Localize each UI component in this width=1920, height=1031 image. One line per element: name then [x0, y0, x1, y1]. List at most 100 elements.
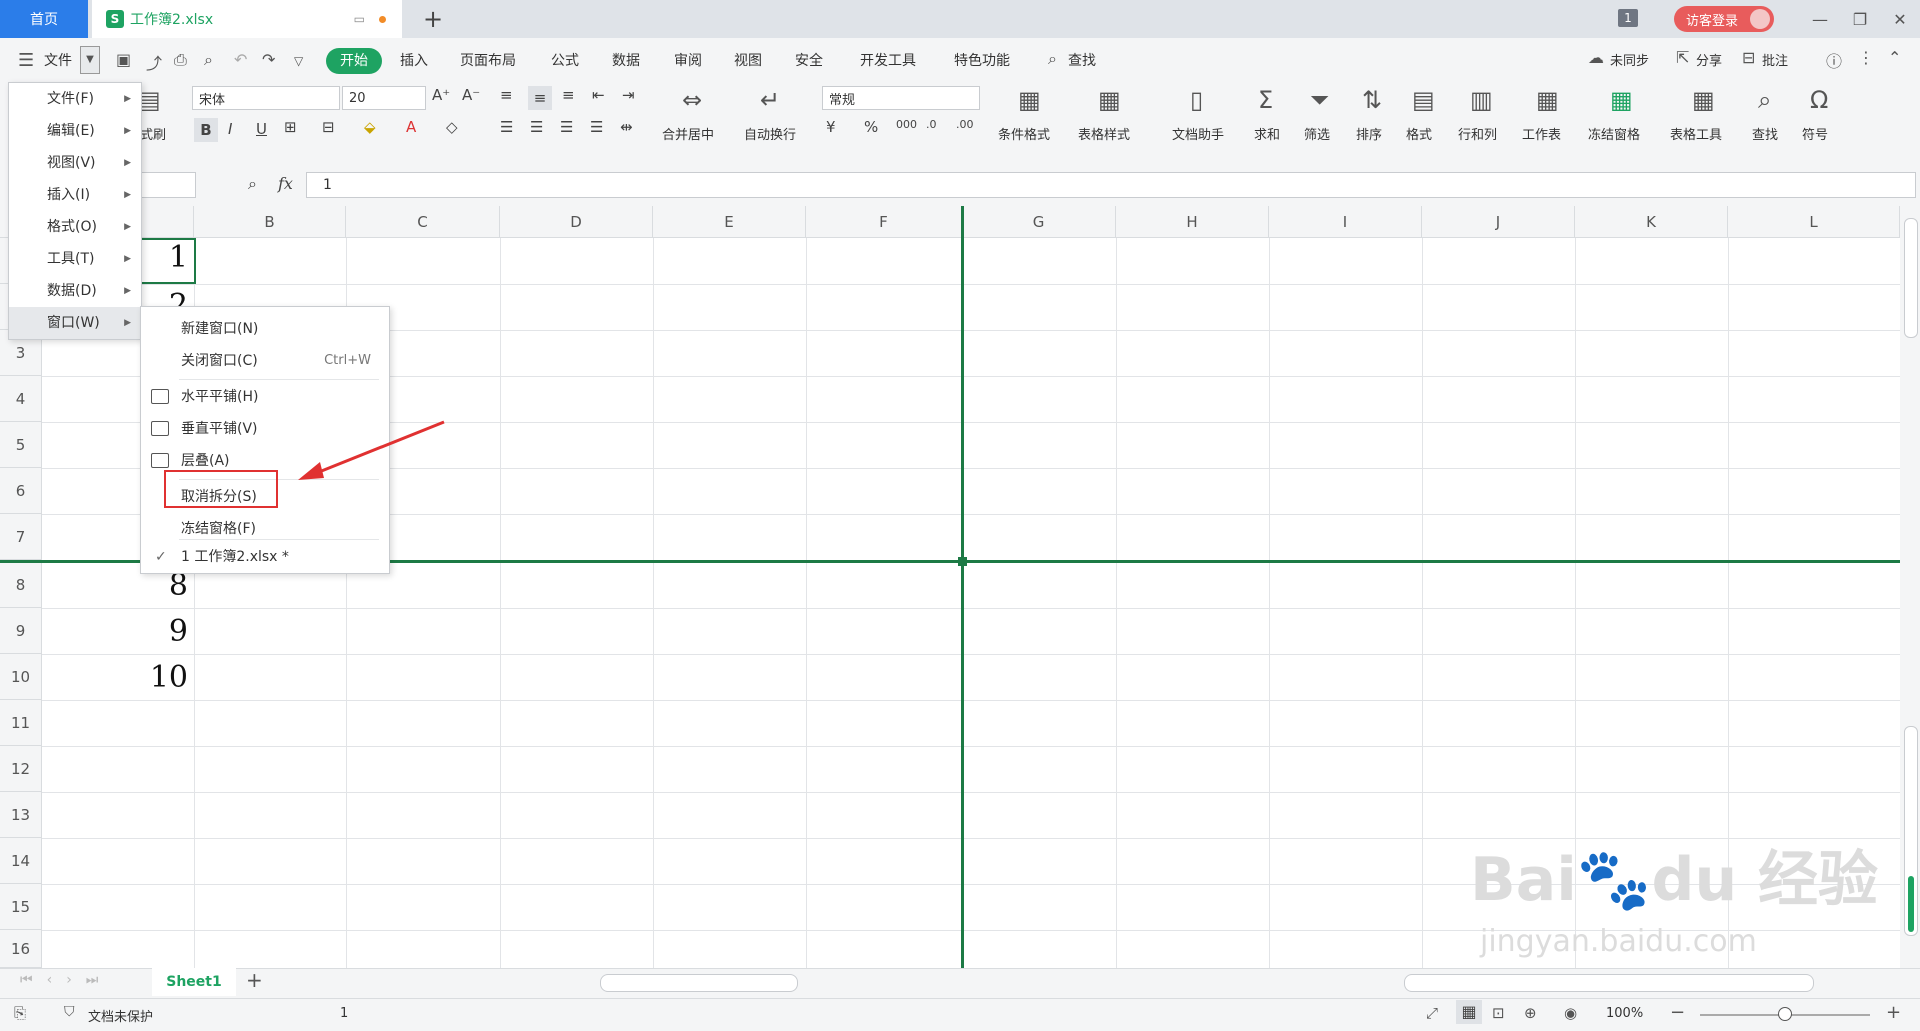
- tab-insert[interactable]: 插入: [400, 50, 428, 70]
- justify-icon[interactable]: ☰: [590, 118, 603, 136]
- column-header[interactable]: J: [1422, 206, 1575, 238]
- home-tab[interactable]: 首页: [0, 0, 88, 38]
- eye-protection-icon[interactable]: ◉: [1564, 1004, 1577, 1022]
- tab-view[interactable]: 视图: [734, 50, 762, 70]
- italic-button[interactable]: I: [228, 120, 232, 138]
- indent-decrease-icon[interactable]: ⇤: [592, 86, 605, 104]
- menu-item-open-document[interactable]: ✓ 1 工作簿2.xlsx *: [141, 541, 389, 573]
- row-header[interactable]: 15: [0, 884, 42, 930]
- column-header[interactable]: K: [1575, 206, 1728, 238]
- align-left-icon[interactable]: ☰: [500, 118, 513, 136]
- row-header[interactable]: 9: [0, 608, 42, 654]
- share-icon[interactable]: ⇱: [1676, 48, 1689, 67]
- print-preview-icon[interactable]: ⌕: [204, 50, 213, 70]
- split-handle[interactable]: [958, 557, 967, 566]
- table-style-icon[interactable]: ▦: [1098, 86, 1121, 114]
- fx-icon[interactable]: fx: [278, 174, 293, 193]
- conditional-format-button[interactable]: 条件格式: [998, 124, 1050, 143]
- zoom-level[interactable]: 100%: [1606, 1006, 1643, 1021]
- merge-center-button[interactable]: 合并居中: [662, 124, 714, 143]
- sum-icon[interactable]: Σ: [1258, 86, 1273, 114]
- sum-button[interactable]: 求和: [1254, 124, 1280, 143]
- wrap-text-icon[interactable]: ↵: [760, 86, 780, 114]
- column-header[interactable]: G: [962, 206, 1116, 238]
- column-header[interactable]: E: [653, 206, 806, 238]
- worksheet-icon[interactable]: ▦: [1536, 86, 1559, 114]
- tab-data[interactable]: 数据: [612, 50, 640, 70]
- filter-icon[interactable]: ⏷: [1310, 86, 1329, 114]
- name-box[interactable]: [136, 172, 196, 198]
- table-tools-button[interactable]: 表格工具: [1670, 124, 1722, 143]
- increase-font-icon[interactable]: A⁺: [432, 86, 450, 104]
- share-button[interactable]: 分享: [1696, 50, 1722, 69]
- rows-cols-icon[interactable]: ▥: [1470, 86, 1493, 114]
- format-button[interactable]: 格式: [1406, 124, 1432, 143]
- rows-cols-button[interactable]: 行和列: [1458, 124, 1497, 143]
- worksheet-button[interactable]: 工作表: [1522, 124, 1561, 143]
- conditional-format-icon[interactable]: ▦: [1018, 86, 1041, 114]
- sync-status[interactable]: 未同步: [1610, 50, 1649, 69]
- freeze-panes-icon[interactable]: ▦: [1610, 86, 1633, 114]
- format-icon[interactable]: ▤: [1412, 86, 1435, 114]
- close-icon[interactable]: ✕: [1880, 0, 1920, 38]
- protect-status[interactable]: 文档未保护: [88, 1006, 153, 1025]
- filter-button[interactable]: 筛选: [1304, 124, 1330, 143]
- comment-button[interactable]: 批注: [1762, 50, 1788, 69]
- tab-security[interactable]: 安全: [795, 50, 823, 70]
- table-tools-icon[interactable]: ▦: [1692, 86, 1715, 114]
- tab-page-layout[interactable]: 页面布局: [460, 50, 516, 70]
- minimize-icon[interactable]: —: [1800, 0, 1840, 38]
- column-header[interactable]: D: [500, 206, 653, 238]
- fullscreen-icon[interactable]: ⤢: [1426, 1004, 1438, 1022]
- find-button[interactable]: 查找: [1752, 124, 1778, 143]
- number-format-select[interactable]: 常规: [822, 86, 980, 110]
- font-name-select[interactable]: 宋体: [192, 86, 340, 110]
- row-header[interactable]: 16: [0, 930, 42, 968]
- macro-icon[interactable]: ⎘: [14, 1004, 26, 1022]
- help-icon[interactable]: ⓘ: [1826, 48, 1842, 72]
- sort-button[interactable]: 排序: [1356, 124, 1382, 143]
- row-header[interactable]: 5: [0, 422, 42, 468]
- login-button[interactable]: 访客登录: [1674, 6, 1774, 32]
- cloud-sync-icon[interactable]: ☁: [1588, 48, 1604, 67]
- menu-item-file[interactable]: 文件(F) ▶: [9, 83, 141, 115]
- zoom-slider-handle[interactable]: [1778, 1007, 1792, 1021]
- search-button[interactable]: 查找: [1068, 50, 1096, 70]
- sheet-tab[interactable]: Sheet1: [152, 968, 236, 996]
- redo-icon[interactable]: ↷: [262, 50, 275, 69]
- cell-style-icon[interactable]: ⊟: [322, 118, 335, 136]
- align-middle-icon[interactable]: ≡: [528, 86, 552, 110]
- tab-developer[interactable]: 开发工具: [860, 50, 916, 70]
- undo-icon[interactable]: ↶: [234, 50, 247, 69]
- percent-icon[interactable]: %: [864, 118, 878, 136]
- align-right-icon[interactable]: ☰: [560, 118, 573, 136]
- align-bottom-icon[interactable]: ≡: [562, 86, 575, 104]
- increase-decimal-icon[interactable]: .0: [926, 118, 937, 131]
- bold-button[interactable]: B: [194, 118, 218, 142]
- customize-icon[interactable]: ▽: [294, 54, 303, 68]
- tab-start[interactable]: 开始: [326, 48, 382, 74]
- file-dropdown-chevron-icon[interactable]: ▼: [80, 46, 100, 74]
- save-icon[interactable]: ▣: [116, 50, 131, 69]
- fill-color-icon[interactable]: ⬙: [364, 118, 376, 136]
- align-center-icon[interactable]: ☰: [530, 118, 543, 136]
- vertical-split-bar[interactable]: [961, 206, 964, 968]
- normal-view-icon[interactable]: ▦: [1456, 1000, 1482, 1024]
- row-header[interactable]: 10: [0, 654, 42, 700]
- menu-item-insert[interactable]: 插入(I) ▶: [9, 179, 141, 211]
- sort-icon[interactable]: ⇅: [1362, 86, 1382, 114]
- freeze-panes-button[interactable]: 冻结窗格: [1588, 124, 1640, 143]
- scrollbar-thumb-top[interactable]: [1904, 218, 1918, 338]
- clear-format-icon[interactable]: ◇: [446, 118, 458, 136]
- new-tab-button[interactable]: +: [420, 6, 446, 32]
- menu-item-tools[interactable]: 工具(T) ▶: [9, 243, 141, 275]
- collapse-ribbon-icon[interactable]: ⌃: [1888, 48, 1901, 67]
- format-brush-label[interactable]: 式刷: [140, 124, 166, 143]
- comment-icon[interactable]: ⊟: [1742, 48, 1755, 67]
- column-header[interactable]: H: [1116, 206, 1269, 238]
- restore-icon[interactable]: ❐: [1840, 0, 1880, 38]
- column-header[interactable]: L: [1728, 206, 1900, 238]
- decrease-decimal-icon[interactable]: .00: [956, 118, 974, 131]
- currency-icon[interactable]: ¥: [826, 118, 836, 136]
- row-header[interactable]: 13: [0, 792, 42, 838]
